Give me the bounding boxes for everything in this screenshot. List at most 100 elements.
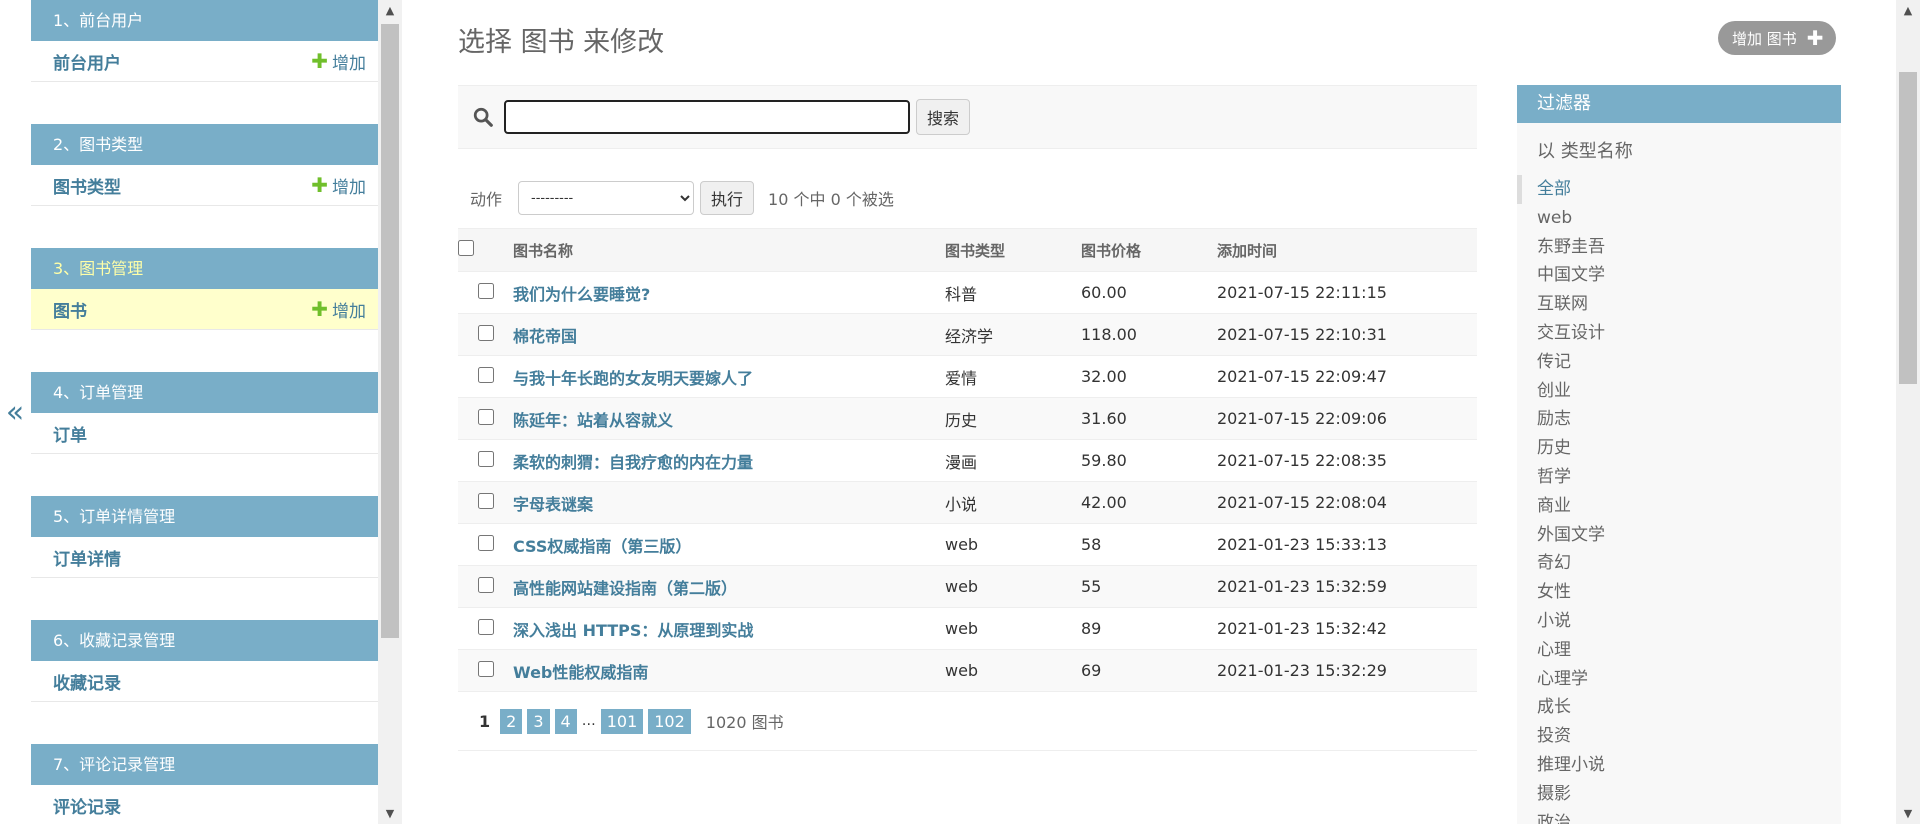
filter-option[interactable]: 交互设计 <box>1517 319 1841 348</box>
filter-option[interactable]: 政治 <box>1517 809 1841 824</box>
book-time-cell: 2021-07-15 22:09:06 <box>1217 397 1477 440</box>
page-link-3[interactable]: 3 <box>527 708 550 734</box>
book-name-link[interactable]: 高性能网站建设指南（第二版） <box>513 579 737 598</box>
filter-option[interactable]: 中国文学 <box>1517 261 1841 290</box>
book-name-link[interactable]: 与我十年长跑的女友明天要嫁人了 <box>513 369 753 388</box>
page-link-101[interactable]: 101 <box>600 708 644 734</box>
row-checkbox[interactable] <box>477 492 494 509</box>
nav-collapse-toggle[interactable]: « <box>0 0 30 824</box>
row-checkbox[interactable] <box>477 366 494 383</box>
filter-option[interactable]: 励志 <box>1517 405 1841 434</box>
column-header-time[interactable]: 添加时间 <box>1217 228 1477 272</box>
nav-model-link[interactable]: 订单详情 <box>53 545 121 570</box>
nav-module-title[interactable]: 7、评论记录管理 <box>31 744 378 785</box>
nav-module-title[interactable]: 2、图书类型 <box>31 124 378 165</box>
nav-model-link[interactable]: 前台用户 <box>53 49 121 74</box>
column-header-type[interactable]: 图书类型 <box>945 228 1081 272</box>
nav-module-title[interactable]: 6、收藏记录管理 <box>31 620 378 661</box>
filter-panel: 过滤器 以 类型名称 全部 web 东野圭吾 中国文学 互联网 交互设计 传记 创业 励志 历史哲… <box>1517 85 1841 824</box>
nav-model-link[interactable]: 订单 <box>53 421 87 446</box>
table-header-row: 图书名称 图书类型 图书价格 添加时间 <box>458 228 1477 272</box>
book-name-link[interactable]: 棉花帝国 <box>513 327 577 346</box>
filter-option[interactable]: web <box>1517 204 1841 233</box>
nav-scrollbar-thumb[interactable] <box>381 24 399 638</box>
plus-icon: ✚ <box>311 173 328 197</box>
scroll-down-arrow-icon[interactable]: ▼ <box>1896 807 1920 820</box>
select-all-checkbox[interactable] <box>458 240 474 256</box>
row-checkbox[interactable] <box>477 282 494 299</box>
filter-option[interactable]: 商业 <box>1517 492 1841 521</box>
result-count: 1020 图书 <box>705 713 784 732</box>
nav-add-link[interactable]: ✚ 增加 <box>311 49 366 74</box>
filter-option[interactable]: 外国文学 <box>1517 521 1841 550</box>
add-book-button[interactable]: 增加 图书 ✚ <box>1718 21 1836 55</box>
action-select[interactable]: --------- <box>518 181 695 215</box>
nav-add-link[interactable]: ✚ 增加 <box>311 297 366 322</box>
row-check-cell <box>458 607 513 650</box>
book-price-cell: 55 <box>1081 565 1217 608</box>
filter-option[interactable]: 小说 <box>1517 607 1841 636</box>
nav-model-link[interactable]: 评论记录 <box>53 793 121 818</box>
filter-option[interactable]: 成长 <box>1517 693 1841 722</box>
row-check-cell <box>458 313 513 356</box>
filter-option[interactable]: 传记 <box>1517 348 1841 377</box>
book-name-link[interactable]: 陈延年：站着从容就义 <box>513 411 673 430</box>
run-action-button[interactable]: 执行 <box>700 181 755 215</box>
book-name-cell: CSS权威指南（第三版） <box>513 523 945 566</box>
nav-add-link[interactable]: ✚ 增加 <box>311 173 366 198</box>
column-header-price[interactable]: 图书价格 <box>1081 228 1217 272</box>
page-link-102[interactable]: 102 <box>648 708 691 734</box>
page-link-4[interactable]: 4 <box>554 708 577 734</box>
row-checkbox[interactable] <box>477 324 494 341</box>
filter-option[interactable]: 创业 <box>1517 377 1841 406</box>
nav-module-title[interactable]: 1、前台用户 <box>31 0 378 41</box>
row-checkbox[interactable] <box>477 408 494 425</box>
filter-option[interactable]: 奇幻 <box>1517 549 1841 578</box>
search-input[interactable] <box>504 100 910 134</box>
scroll-up-arrow-icon[interactable]: ▲ <box>378 4 402 17</box>
scroll-down-arrow-icon[interactable]: ▼ <box>378 807 402 820</box>
filter-option[interactable]: 全部 <box>1517 175 1841 204</box>
book-time-cell: 2021-07-15 22:09:47 <box>1217 355 1477 398</box>
book-name-link[interactable]: 深入浅出 HTTPS：从原理到实战 <box>513 621 753 640</box>
filter-option[interactable]: 摄影 <box>1517 780 1841 809</box>
book-name-cell: 与我十年长跑的女友明天要嫁人了 <box>513 355 945 398</box>
filter-option[interactable]: 女性 <box>1517 578 1841 607</box>
book-price-cell: 32.00 <box>1081 355 1217 398</box>
row-check-cell <box>458 397 513 440</box>
filter-option[interactable]: 推理小说 <box>1517 751 1841 780</box>
nav-module-title[interactable]: 3、图书管理 <box>31 248 378 289</box>
page-scrollbar-thumb[interactable] <box>1899 72 1917 384</box>
search-button[interactable]: 搜索 <box>916 99 971 135</box>
nav-module-title[interactable]: 5、订单详情管理 <box>31 496 378 537</box>
book-name-link[interactable]: 字母表谜案 <box>513 495 593 514</box>
filter-option[interactable]: 哲学 <box>1517 463 1841 492</box>
filter-option[interactable]: 东野圭吾 <box>1517 233 1841 262</box>
nav-model-link[interactable]: 图书类型 <box>53 173 121 198</box>
filter-option[interactable]: 互联网 <box>1517 290 1841 319</box>
page-link-2[interactable]: 2 <box>500 708 523 734</box>
scroll-up-arrow-icon[interactable]: ▲ <box>1896 4 1920 17</box>
row-checkbox[interactable] <box>477 450 494 467</box>
nav-module-title[interactable]: 4、订单管理 <box>31 372 378 413</box>
nav-scrollbar[interactable]: ▲ ▼ <box>378 0 402 824</box>
row-checkbox[interactable] <box>477 534 494 551</box>
book-price-cell: 69 <box>1081 649 1217 692</box>
filter-option[interactable]: 心理 <box>1517 636 1841 665</box>
filter-option[interactable]: 心理学 <box>1517 665 1841 694</box>
nav-model-link[interactable]: 收藏记录 <box>53 669 121 694</box>
nav-model-link[interactable]: 图书 <box>53 297 87 322</box>
page-scrollbar[interactable]: ▲ ▼ <box>1896 0 1920 824</box>
paginator: 1 2 3 4 … 101 102 1020 图书 <box>458 692 1477 751</box>
row-checkbox[interactable] <box>477 618 494 635</box>
filter-option[interactable]: 历史 <box>1517 434 1841 463</box>
book-name-link[interactable]: CSS权威指南（第三版） <box>513 537 691 556</box>
filter-option[interactable]: 投资 <box>1517 722 1841 751</box>
book-name-link[interactable]: 我们为什么要睡觉? <box>513 285 650 304</box>
row-checkbox[interactable] <box>477 576 494 593</box>
row-checkbox[interactable] <box>477 660 494 677</box>
nav-sidebar: 1、前台用户前台用户 ✚ 增加 2、图书类型图书类型 ✚ 增加 3、图书管理图书 ✚ 增加 4、订… <box>31 0 378 824</box>
column-header-name[interactable]: 图书名称 <box>513 228 945 272</box>
book-name-link[interactable]: 柔软的刺猬：自我疗愈的内在力量 <box>513 453 753 472</box>
book-name-link[interactable]: Web性能权威指南 <box>513 663 648 682</box>
